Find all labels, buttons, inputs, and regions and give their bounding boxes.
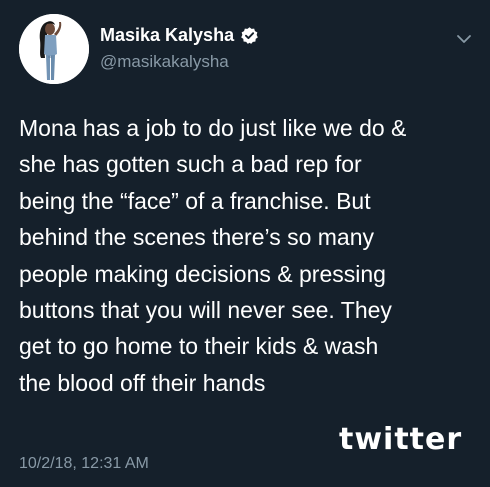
chevron-down-icon[interactable] xyxy=(456,32,472,44)
tweet-timestamp[interactable]: 10/2/18, 12:31 AM xyxy=(19,455,149,473)
tweet-text-line: buttons that you will never see. They xyxy=(19,297,392,324)
tweet-text-line: being the “face” of a franchise. But xyxy=(19,187,371,214)
twitter-watermark: twitter xyxy=(339,422,463,457)
tweet-card: Masika Kalysha @masikakalysha Mona has a… xyxy=(0,0,490,487)
tweet-text-line: get to go home to their kids & wash xyxy=(19,333,379,360)
tweet-text-line: behind the scenes there’s so many xyxy=(19,224,375,251)
tweet-text-line: Mona has a job to do just like we do & xyxy=(19,115,407,141)
tweet-text-line: she has gotten such a bad rep for xyxy=(19,151,362,178)
user-handle[interactable]: @masikakalysha xyxy=(100,52,229,72)
display-name[interactable]: Masika Kalysha xyxy=(100,25,234,46)
tweet-text-line: the blood off their hands xyxy=(19,369,266,396)
tweet-text: Mona has a job to do just like we do & s… xyxy=(19,110,479,401)
tweet-text-line: people making decisions & pressing xyxy=(19,260,386,287)
name-row: Masika Kalysha xyxy=(100,24,259,46)
avatar[interactable] xyxy=(19,14,89,84)
verified-badge-icon xyxy=(240,26,259,45)
